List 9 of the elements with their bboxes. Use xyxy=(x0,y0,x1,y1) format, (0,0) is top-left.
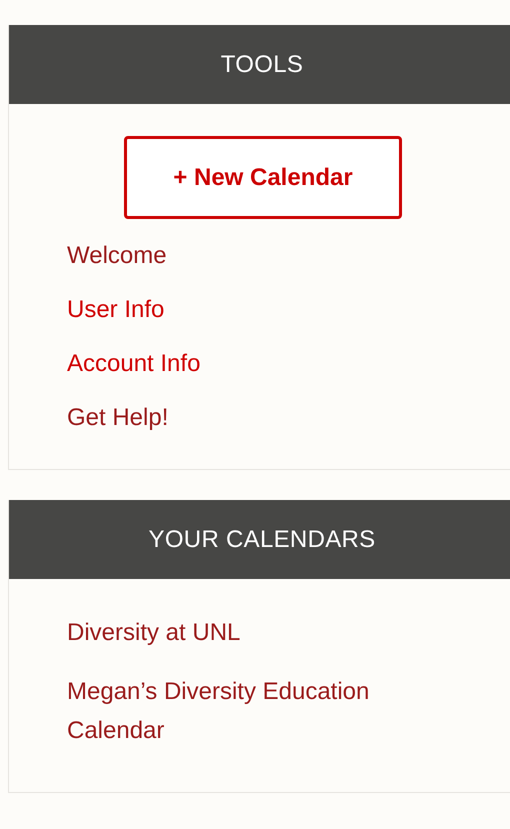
sidebar-link[interactable]: User Info xyxy=(67,295,467,325)
sidebar-link[interactable]: Megan’s Diversity Education Calendar xyxy=(67,672,467,750)
panel-title: TOOLS xyxy=(220,50,304,78)
panel-title: YOUR CALENDARS xyxy=(148,526,376,554)
sidebar-link[interactable]: Welcome xyxy=(67,241,467,271)
sidebar-link[interactable]: Account Info xyxy=(67,349,467,379)
new-calendar-button[interactable]: + New Calendar xyxy=(124,136,402,219)
sidebar-link[interactable]: Get Help! xyxy=(67,403,467,433)
sidebar-link[interactable]: Diversity at UNL xyxy=(67,613,467,652)
